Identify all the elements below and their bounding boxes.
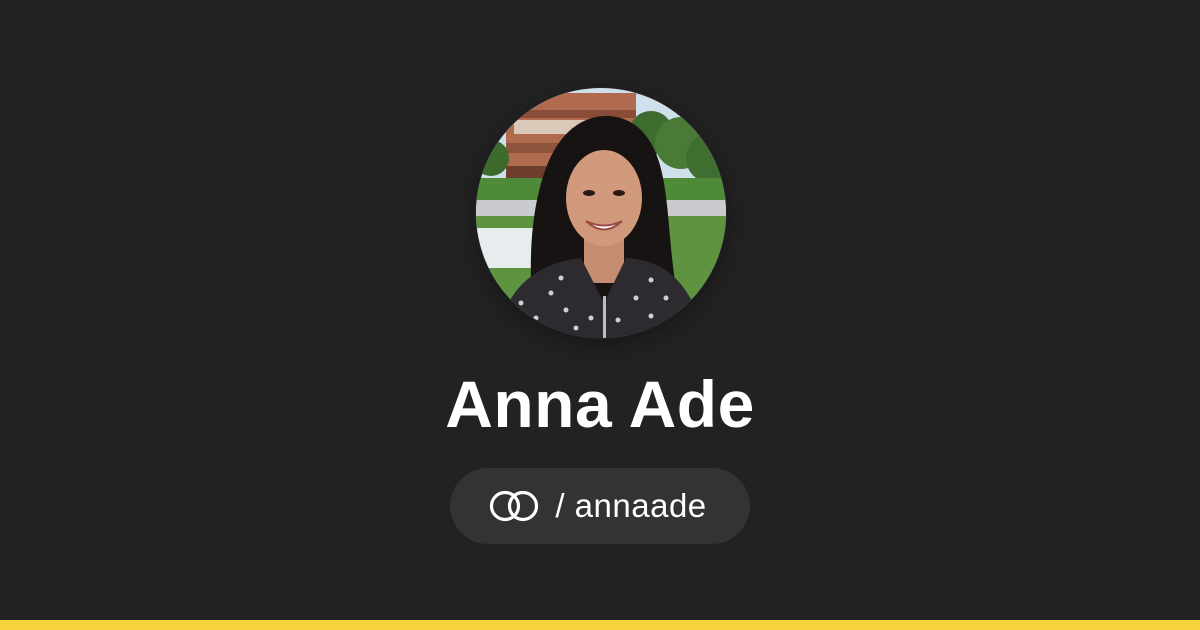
interlinked-rings-icon bbox=[485, 486, 543, 526]
profile-handle-pill[interactable]: / annaade bbox=[450, 468, 750, 544]
avatar bbox=[476, 88, 726, 338]
profile-card: Anna Ade / annaade bbox=[0, 0, 1200, 620]
accent-bar bbox=[0, 620, 1200, 630]
profile-handle: / annaade bbox=[555, 487, 707, 524]
profile-photo bbox=[476, 88, 726, 338]
profile-name: Anna Ade bbox=[445, 367, 755, 441]
